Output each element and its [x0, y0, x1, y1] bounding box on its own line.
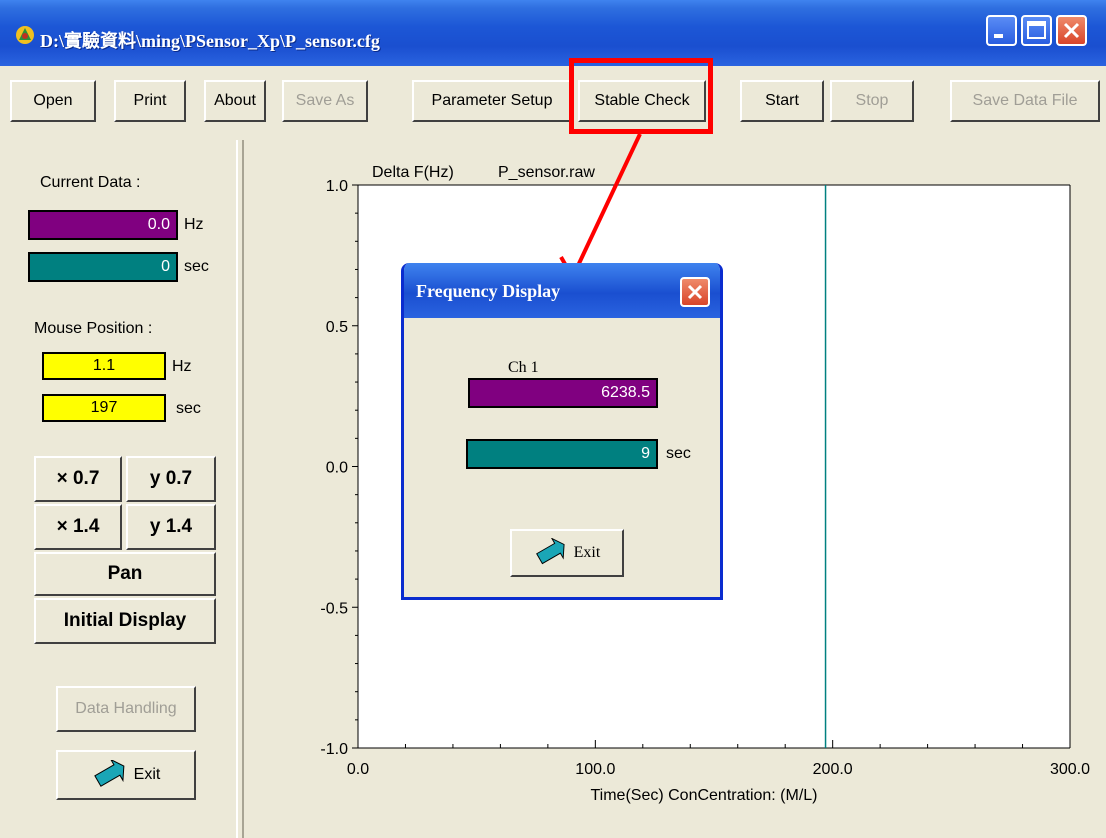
main-window: D:\實驗資料\ming\PSensor_Xp\P_sensor.cfg Ope… [0, 0, 1106, 838]
mouse-position-label: Mouse Position : [34, 320, 153, 337]
y-tick-label: 0.5 [326, 319, 348, 336]
current-sec-field: 0 [28, 252, 178, 282]
current-hz-unit: Hz [184, 216, 204, 233]
mouse-hz-field: 1.1 [42, 352, 166, 380]
dialog-close-icon[interactable] [680, 277, 710, 307]
zoom-y-0.7-button[interactable]: y 0.7 [126, 456, 216, 502]
pan-button[interactable]: Pan [34, 552, 216, 596]
left-panel: Current Data : 0.0 Hz 0 sec Mouse Positi… [0, 140, 236, 838]
stop-button[interactable]: Stop [830, 80, 914, 122]
parameter-setup-button[interactable]: Parameter Setup [412, 80, 572, 122]
current-sec-unit: sec [184, 258, 209, 275]
exit-button[interactable]: Exit [56, 750, 196, 800]
dialog-exit-label: Exit [573, 544, 601, 561]
mouse-hz-unit: Hz [172, 358, 192, 375]
dialog-sec-unit: sec [666, 445, 691, 462]
y-tick-label: 0.0 [326, 460, 348, 477]
maximize-icon[interactable] [1021, 15, 1052, 46]
about-button[interactable]: About [204, 80, 266, 122]
x-tick-label: 200.0 [813, 761, 853, 778]
dialog-sec-field: 9 [466, 439, 658, 469]
close-icon[interactable] [1056, 15, 1087, 46]
zoom-y-1.4-button[interactable]: y 1.4 [126, 504, 216, 550]
zoom-x-0.7-button[interactable]: × 0.7 [34, 456, 122, 502]
highlight-box [569, 58, 713, 134]
open-button[interactable]: Open [10, 80, 96, 122]
current-hz-field: 0.0 [28, 210, 178, 240]
start-button[interactable]: Start [740, 80, 824, 122]
toolbar: Open Print About Save As Parameter Setup… [0, 66, 1106, 136]
y-tick-label: -0.5 [320, 600, 348, 617]
save-data-file-button[interactable]: Save Data File [950, 80, 1100, 122]
chart-title: P_sensor.raw [498, 164, 595, 181]
exit-arrow-icon [93, 760, 125, 787]
x-tick-label: 300.0 [1050, 761, 1090, 778]
x-tick-label: 0.0 [347, 761, 369, 778]
y-axis-label: Delta F(Hz) [372, 164, 454, 181]
exit-arrow-icon [535, 538, 565, 565]
y-tick-label: -1.0 [320, 741, 348, 758]
x-tick-label: 100.0 [575, 761, 615, 778]
data-handling-button[interactable]: Data Handling [56, 686, 196, 732]
frequency-display-dialog: Frequency Display Ch 1 6238.5 9 sec Exit [401, 263, 723, 600]
print-button[interactable]: Print [114, 80, 186, 122]
exit-label: Exit [133, 766, 161, 783]
initial-display-button[interactable]: Initial Display [34, 598, 216, 644]
y-tick-label: 1.0 [326, 178, 348, 195]
dialog-title: Frequency Display [416, 281, 561, 301]
save-as-button[interactable]: Save As [282, 80, 368, 122]
app-icon [16, 26, 34, 44]
window-title: D:\實驗資料\ming\PSensor_Xp\P_sensor.cfg [40, 31, 380, 51]
minimize-icon[interactable] [986, 15, 1017, 46]
panel-divider [236, 140, 244, 838]
channel-label: Ch 1 [508, 359, 539, 376]
dialog-title-bar[interactable]: Frequency Display [404, 263, 720, 318]
title-bar[interactable]: D:\實驗資料\ming\PSensor_Xp\P_sensor.cfg [0, 0, 1106, 66]
dialog-exit-button[interactable]: Exit [510, 529, 624, 577]
x-axis-label: Time(Sec) ConCentration: (M/L) [590, 787, 817, 804]
dialog-freq-field: 6238.5 [468, 378, 658, 408]
zoom-x-1.4-button[interactable]: × 1.4 [34, 504, 122, 550]
mouse-sec-unit: sec [176, 400, 201, 417]
mouse-sec-field: 197 [42, 394, 166, 422]
current-data-label: Current Data : [40, 174, 141, 191]
